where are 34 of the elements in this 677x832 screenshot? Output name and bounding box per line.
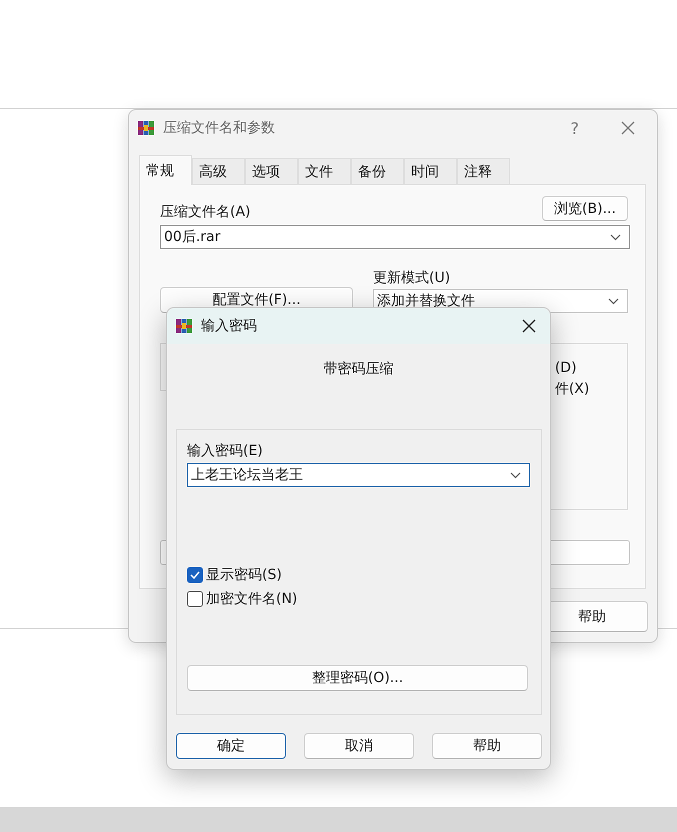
tab[interactable]: 文件 xyxy=(298,158,351,184)
checkbox-label: 显示密码(S) xyxy=(206,566,282,584)
archive-app-icon xyxy=(175,317,193,335)
checkbox[interactable] xyxy=(187,591,203,607)
archive-name-combo[interactable]: 00后.rar xyxy=(160,225,630,249)
checkbox[interactable] xyxy=(187,567,203,583)
tab[interactable]: 备份 xyxy=(351,158,404,184)
dialog-button[interactable]: 确定 xyxy=(176,733,286,759)
organize-passwords-button[interactable]: 整理密码(O)... xyxy=(187,665,528,691)
chevron-icon xyxy=(610,234,621,240)
option-label: 件(X) xyxy=(554,380,590,398)
checkbox-label: 加密文件名(N) xyxy=(206,590,298,608)
window-title: 压缩文件名和参数 xyxy=(163,119,275,137)
archive-app-icon xyxy=(137,119,155,137)
dialog-title: 输入密码 xyxy=(201,317,257,335)
dialog-button[interactable]: 取消 xyxy=(304,733,414,759)
browse-button[interactable]: 浏览(B)... xyxy=(542,196,628,221)
tab[interactable]: 常规 xyxy=(139,155,192,185)
tab[interactable]: 注释 xyxy=(457,158,510,184)
chevron-icon xyxy=(510,472,521,478)
close-icon[interactable] xyxy=(522,319,536,333)
dialog-button[interactable]: 帮助 xyxy=(432,733,542,759)
tab[interactable]: 选项 xyxy=(245,158,298,184)
tab[interactable]: 高级 xyxy=(192,158,245,184)
field-label: 压缩文件名(A) xyxy=(160,203,251,221)
field-label: 输入密码(E) xyxy=(187,442,264,460)
tab[interactable]: 时间 xyxy=(404,158,457,184)
checkmark-icon xyxy=(189,570,201,580)
field-label: 更新模式(U) xyxy=(373,269,452,287)
dialog-heading: 带密码压缩 xyxy=(322,360,394,379)
chevron-icon xyxy=(608,298,619,304)
help-glyph[interactable]: ? xyxy=(570,118,579,138)
option-label: (D) xyxy=(554,360,578,376)
password-combo[interactable]: 上老王论坛当老王 xyxy=(187,463,530,487)
